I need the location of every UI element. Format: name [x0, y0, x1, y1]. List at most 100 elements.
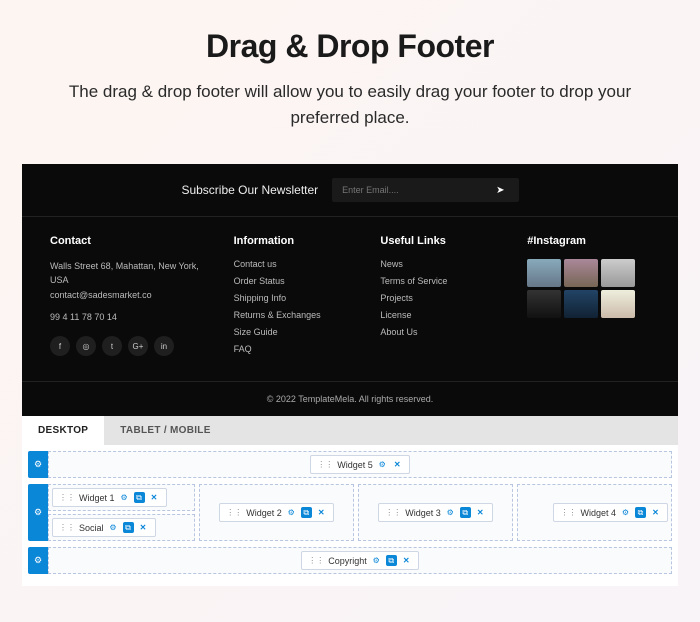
widget-duplicate-icon[interactable]: ⧉	[460, 507, 471, 518]
instagram-thumb[interactable]	[564, 290, 598, 318]
widget-delete-icon[interactable]: ✕	[401, 555, 412, 566]
page-title: Drag & Drop Footer	[60, 28, 640, 65]
builder-cell[interactable]: ⋮⋮ Widget 5 ⚙ ✕	[48, 451, 672, 478]
builder-tabs: DESKTOP TABLET / MOBILE	[22, 416, 678, 445]
link-size-guide[interactable]: Size Guide	[234, 327, 357, 337]
link-license[interactable]: License	[380, 310, 503, 320]
newsletter-submit-button[interactable]: ➤	[482, 185, 518, 196]
widget-delete-icon[interactable]: ✕	[475, 507, 486, 518]
drag-handle-icon: ⋮⋮	[385, 508, 401, 517]
instagram-heading: #Instagram	[527, 235, 650, 247]
row-settings-button[interactable]: ⚙	[28, 451, 48, 478]
widget-label: Social	[79, 523, 104, 533]
link-news[interactable]: News	[380, 259, 503, 269]
builder-row: ⚙ ⋮⋮ Copyright ⚙ ⧉ ✕	[28, 547, 672, 574]
widget-2[interactable]: ⋮⋮ Widget 2 ⚙ ⧉ ✕	[219, 503, 334, 522]
copyright-text: © 2022 TemplateMela. All rights reserved…	[22, 381, 678, 416]
widget-label: Widget 3	[405, 508, 441, 518]
linkedin-icon[interactable]: in	[154, 336, 174, 356]
widget-label: Widget 2	[246, 508, 282, 518]
widget-label: Copyright	[328, 556, 367, 566]
builder-cell[interactable]: ⋮⋮ Copyright ⚙ ⧉ ✕	[48, 547, 672, 574]
gear-icon: ⚙	[34, 459, 42, 470]
drag-handle-icon: ⋮⋮	[560, 508, 576, 517]
link-terms[interactable]: Terms of Service	[380, 276, 503, 286]
instagram-thumb[interactable]	[564, 259, 598, 287]
widget-3[interactable]: ⋮⋮ Widget 3 ⚙ ⧉ ✕	[378, 503, 493, 522]
widget-delete-icon[interactable]: ✕	[149, 492, 160, 503]
link-returns[interactable]: Returns & Exchanges	[234, 310, 357, 320]
widget-label: Widget 5	[337, 460, 373, 470]
footer-col-instagram: #Instagram	[527, 235, 650, 361]
footer-col-useful: Useful Links News Terms of Service Proje…	[380, 235, 503, 361]
widget-settings-icon[interactable]: ⚙	[286, 507, 297, 518]
instagram-thumb[interactable]	[527, 290, 561, 318]
widget-settings-icon[interactable]: ⚙	[119, 492, 130, 503]
drag-handle-icon: ⋮⋮	[59, 493, 75, 502]
builder-cell[interactable]: ⋮⋮ Widget 1 ⚙ ⧉ ✕	[48, 484, 195, 511]
row-settings-button[interactable]: ⚙	[28, 484, 48, 541]
newsletter-label: Subscribe Our Newsletter	[181, 183, 318, 197]
row-settings-button[interactable]: ⚙	[28, 547, 48, 574]
widget-copyright[interactable]: ⋮⋮ Copyright ⚙ ⧉ ✕	[301, 551, 419, 570]
widget-1[interactable]: ⋮⋮ Widget 1 ⚙ ⧉ ✕	[52, 488, 167, 507]
newsletter-bar: Subscribe Our Newsletter ➤	[22, 164, 678, 217]
footer-col-information: Information Contact us Order Status Ship…	[234, 235, 357, 361]
builder-cell[interactable]: ⋮⋮ Widget 2 ⚙ ⧉ ✕	[199, 484, 354, 541]
builder-cell[interactable]: ⋮⋮ Social ⚙ ⧉ ✕	[48, 514, 195, 541]
builder-cell[interactable]: ⋮⋮ Widget 3 ⚙ ⧉ ✕	[358, 484, 513, 541]
widget-delete-icon[interactable]: ✕	[138, 522, 149, 533]
widget-duplicate-icon[interactable]: ⧉	[635, 507, 646, 518]
footer-col-contact: Contact Walls Street 68, Mahattan, New Y…	[50, 235, 210, 361]
widget-duplicate-icon[interactable]: ⧉	[134, 492, 145, 503]
instagram-icon[interactable]: ◎	[76, 336, 96, 356]
builder-cell[interactable]: ⋮⋮ Widget 4 ⚙ ⧉ ✕	[517, 484, 672, 541]
instagram-thumb[interactable]	[601, 290, 635, 318]
tab-tablet-mobile[interactable]: TABLET / MOBILE	[104, 416, 226, 445]
widget-delete-icon[interactable]: ✕	[650, 507, 661, 518]
contact-heading: Contact	[50, 235, 210, 247]
information-heading: Information	[234, 235, 357, 247]
link-faq[interactable]: FAQ	[234, 344, 357, 354]
newsletter-email-input[interactable]	[332, 178, 482, 202]
link-projects[interactable]: Projects	[380, 293, 503, 303]
drag-handle-icon: ⋮⋮	[226, 508, 242, 517]
widget-settings-icon[interactable]: ⚙	[620, 507, 631, 518]
widget-settings-icon[interactable]: ⚙	[108, 522, 119, 533]
widget-5[interactable]: ⋮⋮ Widget 5 ⚙ ✕	[310, 455, 410, 474]
facebook-icon[interactable]: f	[50, 336, 70, 356]
instagram-thumb[interactable]	[601, 259, 635, 287]
link-order-status[interactable]: Order Status	[234, 276, 357, 286]
widget-label: Widget 4	[580, 508, 616, 518]
link-contact-us[interactable]: Contact us	[234, 259, 357, 269]
googleplus-icon[interactable]: G+	[128, 336, 148, 356]
widget-duplicate-icon[interactable]: ⧉	[386, 555, 397, 566]
contact-phone: 99 4 11 78 70 14	[50, 312, 210, 322]
newsletter-form: ➤	[332, 178, 518, 202]
twitter-icon[interactable]: t	[102, 336, 122, 356]
tab-desktop[interactable]: DESKTOP	[22, 416, 104, 445]
contact-address: Walls Street 68, Mahattan, New York, USA	[50, 259, 210, 288]
widget-settings-icon[interactable]: ⚙	[445, 507, 456, 518]
link-shipping-info[interactable]: Shipping Info	[234, 293, 357, 303]
page-subtitle: The drag & drop footer will allow you to…	[60, 79, 640, 130]
footer-builder: DESKTOP TABLET / MOBILE ⚙ ⋮⋮ Widget 5 ⚙ …	[22, 416, 678, 586]
widget-4[interactable]: ⋮⋮ Widget 4 ⚙ ⧉ ✕	[553, 503, 668, 522]
drag-handle-icon: ⋮⋮	[308, 556, 324, 565]
contact-email: contact@sadesmarket.co	[50, 288, 210, 302]
widget-delete-icon[interactable]: ✕	[316, 507, 327, 518]
useful-heading: Useful Links	[380, 235, 503, 247]
social-row: f ◎ t G+ in	[50, 336, 210, 356]
widget-delete-icon[interactable]: ✕	[392, 459, 403, 470]
drag-handle-icon: ⋮⋮	[317, 460, 333, 469]
widget-duplicate-icon[interactable]: ⧉	[123, 522, 134, 533]
instagram-thumb[interactable]	[527, 259, 561, 287]
builder-row: ⚙ ⋮⋮ Widget 5 ⚙ ✕	[28, 451, 672, 478]
widget-social[interactable]: ⋮⋮ Social ⚙ ⧉ ✕	[52, 518, 156, 537]
gear-icon: ⚙	[34, 555, 42, 566]
send-icon: ➤	[496, 185, 504, 196]
link-about[interactable]: About Us	[380, 327, 503, 337]
widget-settings-icon[interactable]: ⚙	[371, 555, 382, 566]
widget-duplicate-icon[interactable]: ⧉	[301, 507, 312, 518]
widget-settings-icon[interactable]: ⚙	[377, 459, 388, 470]
